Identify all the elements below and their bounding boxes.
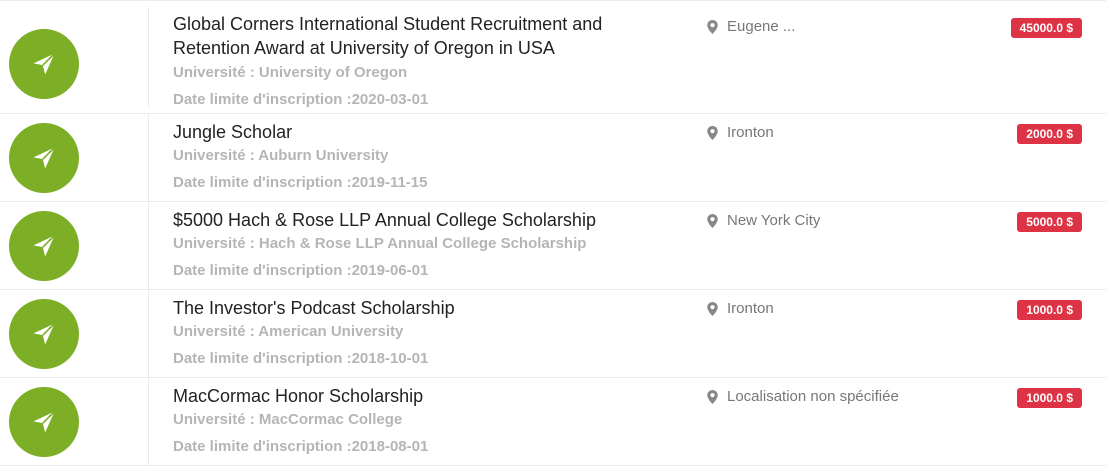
deadline-label: Date limite d'inscription :2019-06-01 xyxy=(173,262,429,279)
list-item[interactable]: Jungle Scholar Université : Auburn Unive… xyxy=(0,113,1106,202)
scholarship-title[interactable]: Jungle Scholar xyxy=(173,120,643,144)
list-item[interactable]: Global Corners International Student Rec… xyxy=(0,0,1106,114)
map-pin-icon xyxy=(707,125,718,140)
scholarship-title[interactable]: $5000 Hach & Rose LLP Annual College Sch… xyxy=(173,208,643,232)
scholarship-title[interactable]: MacCormac Honor Scholarship xyxy=(173,384,643,408)
deadline-label: Date limite d'inscription :2018-08-01 xyxy=(173,438,429,455)
location-text: Ironton xyxy=(727,124,774,141)
location-text: Ironton xyxy=(727,300,774,317)
university-label: Université : American University xyxy=(173,323,404,340)
amount-badge: 45000.0 $ xyxy=(1010,18,1082,38)
location-text: Localisation non spécifiée xyxy=(727,388,899,405)
location: New York City xyxy=(707,212,820,229)
divider xyxy=(148,290,149,378)
divider xyxy=(148,7,149,108)
map-pin-icon xyxy=(707,213,718,228)
location-text: Eugene ... xyxy=(727,18,796,35)
deadline-label: Date limite d'inscription :2020-03-01 xyxy=(173,91,429,108)
location: Localisation non spécifiée xyxy=(707,388,899,405)
location: Ironton xyxy=(707,300,774,317)
scholarship-list: Global Corners International Student Rec… xyxy=(0,0,1116,466)
paper-plane-icon xyxy=(9,123,79,193)
divider xyxy=(148,378,149,465)
paper-plane-icon xyxy=(9,211,79,281)
paper-plane-icon xyxy=(9,299,79,369)
map-pin-icon xyxy=(707,301,718,316)
amount-badge: 2000.0 $ xyxy=(1017,124,1082,144)
deadline-label: Date limite d'inscription :2018-10-01 xyxy=(173,350,429,367)
university-label: Université : University of Oregon xyxy=(173,64,408,81)
map-pin-icon xyxy=(707,19,718,34)
amount-badge: 1000.0 $ xyxy=(1017,300,1082,320)
university-label: Université : MacCormac College xyxy=(173,411,403,428)
scholarship-title[interactable]: Global Corners International Student Rec… xyxy=(173,12,643,60)
amount-badge: 1000.0 $ xyxy=(1017,388,1082,408)
amount-badge: 5000.0 $ xyxy=(1017,212,1082,232)
map-pin-icon xyxy=(707,389,718,404)
divider xyxy=(148,114,149,202)
list-item[interactable]: MacCormac Honor Scholarship Université :… xyxy=(0,377,1106,466)
deadline-label: Date limite d'inscription :2019-11-15 xyxy=(173,174,428,191)
location: Eugene ... xyxy=(707,18,795,35)
university-label: Université : Auburn University xyxy=(173,147,389,164)
list-item[interactable]: The Investor's Podcast Scholarship Unive… xyxy=(0,289,1106,378)
paper-plane-icon xyxy=(9,387,79,457)
list-item[interactable]: $5000 Hach & Rose LLP Annual College Sch… xyxy=(0,201,1106,290)
scholarship-title[interactable]: The Investor's Podcast Scholarship xyxy=(173,296,643,320)
location-text: New York City xyxy=(727,212,821,229)
university-label: Université : Hach & Rose LLP Annual Coll… xyxy=(173,235,587,252)
location: Ironton xyxy=(707,124,774,141)
paper-plane-icon xyxy=(9,29,79,99)
divider xyxy=(148,202,149,290)
